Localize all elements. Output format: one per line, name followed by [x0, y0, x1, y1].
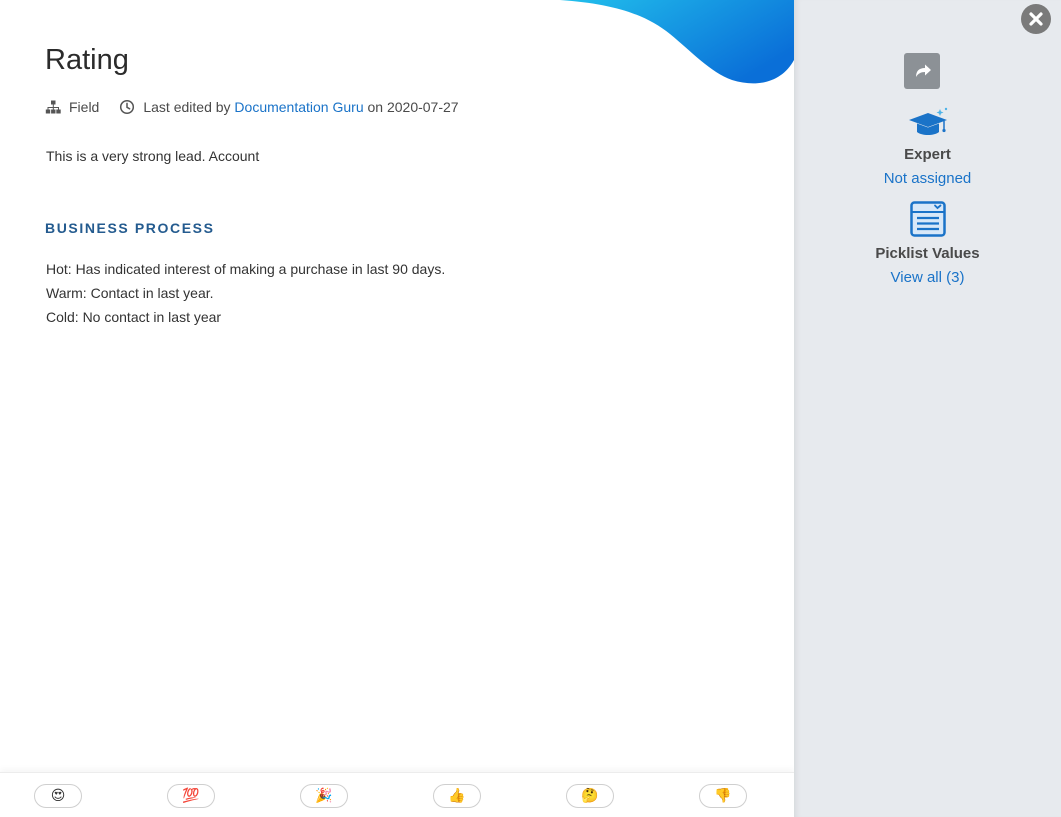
- picklist-label: Picklist Values: [875, 245, 980, 262]
- reaction-thumbs-down-button[interactable]: 👎: [699, 784, 747, 808]
- business-process-list: Hot: Has indicated interest of making a …: [46, 257, 445, 329]
- business-process-heading: BUSINESS PROCESS: [45, 220, 215, 236]
- business-process-line: Warm: Contact in last year.: [46, 285, 214, 301]
- reaction-hundred-button[interactable]: 💯: [167, 784, 215, 808]
- reaction-bar: 😍 💯 🎉 👍 🤔 👎: [0, 772, 794, 817]
- main-panel: Rating Field Last edited by Documentatio…: [0, 0, 794, 817]
- edited-on-word: on: [367, 99, 384, 115]
- reaction-thinking-button[interactable]: 🤔: [566, 784, 614, 808]
- business-process-line: Cold: No contact in last year: [46, 309, 222, 325]
- picklist-view-all-link[interactable]: View all (3): [794, 267, 1061, 289]
- edited-prefix: Last edited by: [143, 99, 231, 115]
- hierarchy-icon: [45, 100, 61, 114]
- reaction-thumbs-up-button[interactable]: 👍: [433, 784, 481, 808]
- close-button[interactable]: [1021, 4, 1051, 34]
- share-icon: [916, 64, 931, 77]
- share-button[interactable]: [904, 53, 940, 89]
- expert-block: Expert Not assigned: [794, 106, 1061, 190]
- picklist-block: Picklist Values View all (3): [794, 200, 1061, 289]
- graduation-cap-icon: [908, 107, 947, 135]
- clock-icon: [120, 99, 135, 115]
- meta-row: Field Last edited by Documentation Guru …: [45, 96, 459, 118]
- reaction-party-popper-button[interactable]: 🎉: [300, 784, 348, 808]
- expert-label: Expert: [904, 146, 951, 163]
- reaction-heart-eyes-button[interactable]: 😍: [34, 784, 82, 808]
- decorative-wave: [560, 0, 794, 84]
- list-icon: [909, 201, 946, 237]
- expert-value-link[interactable]: Not assigned: [794, 168, 1061, 190]
- business-process-line: Hot: Has indicated interest of making a …: [46, 261, 446, 277]
- editor-link[interactable]: Documentation Guru: [234, 99, 363, 115]
- edited-date: 2020-07-27: [386, 99, 459, 115]
- sidebar: Expert Not assigned Picklist Values View…: [794, 0, 1061, 817]
- object-type-label: Field: [69, 99, 100, 115]
- close-icon: [1029, 12, 1043, 26]
- description: This is a very strong lead. Account: [46, 148, 260, 164]
- page-title: Rating: [45, 44, 129, 76]
